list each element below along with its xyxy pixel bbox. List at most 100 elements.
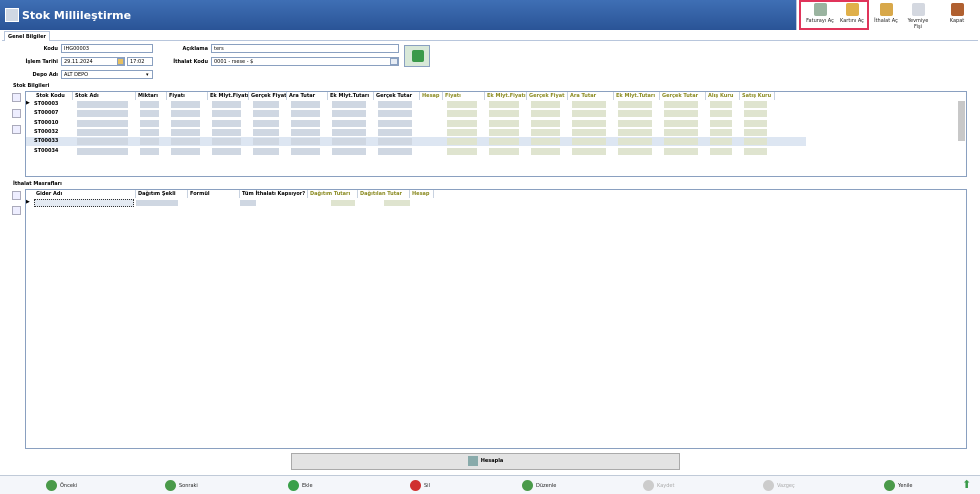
hesapla-button[interactable]: Hesapla (291, 453, 680, 470)
stok-col-header[interactable]: Ek Mlyt.Tutarı (328, 92, 374, 100)
arrow-up-icon[interactable]: ⬆ (962, 478, 971, 491)
sonraki-button[interactable]: Sonraki (165, 480, 198, 491)
stok-cell (253, 147, 279, 155)
stok-cell (489, 128, 519, 136)
ithalat-ac-button[interactable]: İthalat Aç (873, 3, 899, 30)
stok-cell (77, 119, 128, 127)
kapat-button[interactable]: Kapat (947, 3, 967, 30)
sil-button[interactable]: Sil (410, 480, 430, 491)
stok-cell (664, 110, 698, 118)
stok-col-header[interactable]: Gerçek Fiyat (249, 92, 287, 100)
stok-col-header[interactable]: Fiyatı (443, 92, 485, 100)
stok-cell (531, 147, 560, 155)
stok-cell (489, 119, 519, 127)
stok-col-header[interactable]: Gerçek Tutar (660, 92, 706, 100)
stok-cell (664, 128, 698, 136)
stok-col-header[interactable]: Ek Mlyt.Fiyatı (485, 92, 527, 100)
masraf-col-header[interactable]: Formül (188, 190, 240, 198)
stok-col-header[interactable]: Hesap (420, 92, 443, 100)
duzenle-button[interactable]: Düzenle (522, 480, 556, 491)
bottom-bar: Önceki Sonraki Ekle Sil Düzenle Kaydet V… (0, 475, 980, 494)
stok-col-header[interactable]: Miktarı (136, 92, 167, 100)
filter-icon-2[interactable] (12, 206, 21, 215)
stok-col-header[interactable]: Stok Kodu (34, 92, 73, 100)
stok-cell (710, 138, 732, 146)
masraf-section-title: İthalat Masrafları (13, 181, 62, 187)
stok-cell (744, 147, 767, 155)
stok-grid: Stok Kodu Stok Adı Miktarı Fiyatı Ek Mlyt.Fi… (25, 91, 967, 177)
stok-col-header[interactable]: Alış Kuru (706, 92, 740, 100)
stok-col-header[interactable]: Satış Kuru (740, 92, 775, 100)
masraf-col-header[interactable]: Tüm İthalatı Kapsıyor? (240, 190, 308, 198)
tarih-field[interactable]: 29.11.2024 (61, 57, 125, 66)
stok-cell (447, 147, 477, 155)
stok-col-header[interactable]: Gerçek Tutar (374, 92, 420, 100)
tab-genel-bilgiler[interactable]: Genel Bilgiler (4, 31, 51, 41)
tarih-label: İşlem Tarihi (25, 59, 59, 65)
stok-col-header[interactable]: Ara Tutar (568, 92, 614, 100)
stok-cell (291, 147, 320, 155)
stok-cell (618, 128, 652, 136)
stok-cell (332, 101, 366, 108)
stok-cell (77, 138, 128, 146)
stok-cell (489, 110, 519, 118)
ekle-button[interactable]: Ekle (288, 480, 313, 491)
cancel-icon (763, 480, 774, 491)
aciklama-field[interactable]: ters (211, 44, 399, 53)
ithalat-kodu-field[interactable]: 0001 - rsese - $ (211, 57, 399, 66)
stok-cell (171, 119, 200, 127)
stok-cell (744, 119, 767, 127)
stok-cell (531, 128, 560, 136)
app-icon (5, 8, 19, 22)
import-icon (879, 3, 893, 16)
stok-cell (291, 128, 320, 136)
stok-cell (664, 119, 698, 127)
column-chooser-icon[interactable] (12, 125, 21, 134)
stok-cell (291, 110, 320, 118)
calculate-money-button[interactable] (404, 45, 430, 67)
chevron-down-icon[interactable]: ▾ (146, 72, 149, 78)
stok-col-header[interactable]: Stok Adı (73, 92, 136, 100)
toolbar: Faturayı Aç Kartını Aç İthalat Aç Yevmiy… (796, 0, 980, 30)
aciklama-label: Açıklama (182, 46, 208, 52)
stok-cell (77, 128, 128, 136)
lookup-icon[interactable] (390, 58, 398, 65)
depo-select[interactable]: ALT DEPO (61, 70, 153, 79)
stok-cell (171, 147, 200, 155)
masraf-col-header[interactable]: Dağıtım Tutarı (308, 190, 358, 198)
filter-icon[interactable] (12, 109, 21, 118)
stok-cell (489, 101, 519, 108)
yevmiye-fisi-button[interactable]: Yevmiye Fişi (903, 3, 933, 30)
masraf-col-header[interactable]: Hesap (410, 190, 434, 198)
stok-cell (140, 101, 159, 108)
stok-col-header[interactable]: Fiyatı (167, 92, 208, 100)
gear-icon-2[interactable] (12, 191, 21, 200)
stok-col-header[interactable]: Gerçek Fiyat (527, 92, 568, 100)
masraf-col-header[interactable]: Gider Adı (34, 190, 136, 198)
stok-col-header[interactable]: Ek Mlyt.Fiyatı (208, 92, 249, 100)
calendar-icon[interactable] (117, 58, 124, 65)
masraf-col-header[interactable]: Dağıtılan Tutar (358, 190, 410, 198)
masraf-col-header[interactable]: Dağıtım Şekli (136, 190, 188, 198)
kaydet-button[interactable]: Kaydet (643, 480, 674, 491)
journal-icon (911, 3, 925, 16)
stok-cell (332, 138, 366, 146)
masraf-row[interactable] (34, 199, 134, 207)
stok-cell (332, 128, 366, 136)
kodu-label: Kodu (43, 46, 58, 52)
vazgec-button[interactable]: Vazgeç (763, 480, 795, 491)
stok-cell (447, 119, 477, 127)
stok-scrollbar[interactable] (958, 101, 965, 141)
stok-cell (378, 101, 412, 108)
gear-icon[interactable] (12, 93, 21, 102)
stok-col-header[interactable]: Ek Mlyt.Tutarı (614, 92, 660, 100)
fatura-ac-button[interactable]: Faturayı Aç (805, 3, 835, 30)
stok-cell (140, 138, 159, 146)
karti-ac-button[interactable]: Kartını Aç (837, 3, 867, 30)
yenile-button[interactable]: Yenile (884, 480, 913, 491)
kodu-field[interactable]: IHG00003 (61, 44, 153, 53)
onceki-button[interactable]: Önceki (46, 480, 77, 491)
saat-field[interactable]: 17:02 (127, 57, 153, 66)
stok-col-header[interactable]: Ara Tutar (287, 92, 328, 100)
calculator-icon (467, 455, 478, 466)
